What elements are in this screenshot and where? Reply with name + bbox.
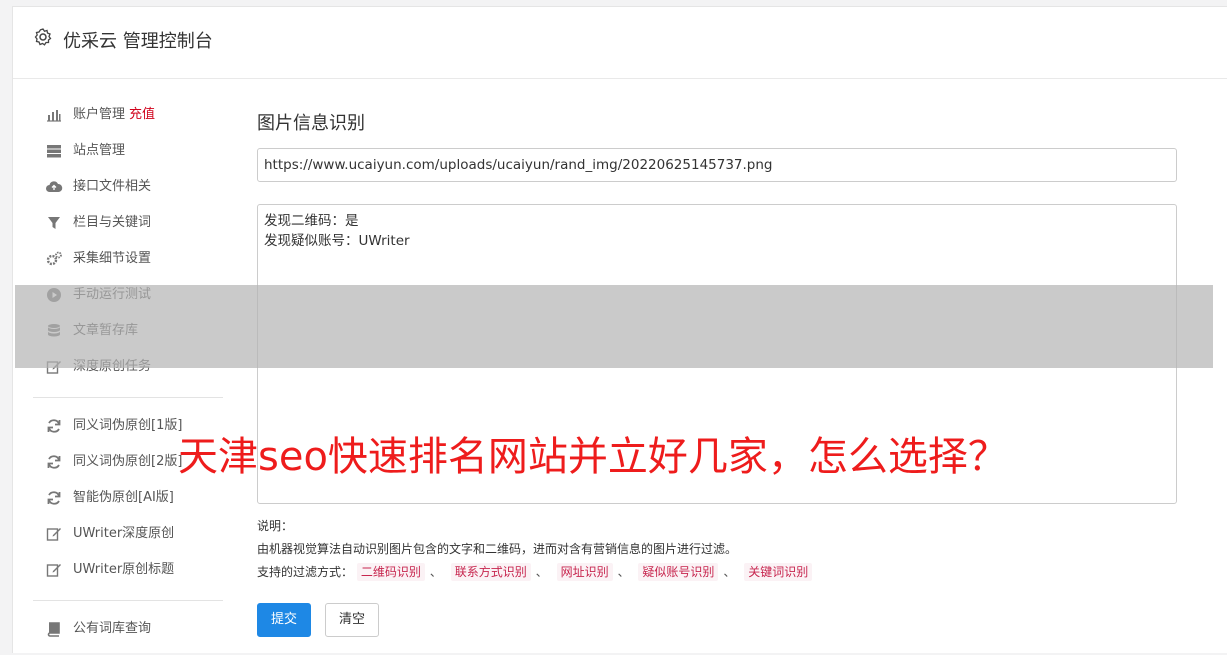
cogs-icon <box>45 250 63 268</box>
section-title: 图片信息识别 <box>257 113 365 134</box>
sidebar-item-label: 账户管理 <box>73 107 126 122</box>
main-content: 图片信息识别 发现二维码：是 发现疑似账号：UWriter 说明： 由机器视觉算… <box>257 109 1177 637</box>
sidebar-item-label: 智能伪原创[AI版] <box>73 490 174 505</box>
sidebar: 账户管理充值站点管理接口文件相关栏目与关键词采集细节设置手动运行测试文章暂存库深… <box>33 105 223 655</box>
page-title: 优采云 管理控制台 <box>63 31 213 52</box>
sidebar-item-label: UWriter原创标题 <box>73 562 175 577</box>
recharge-link[interactable]: 充值 <box>129 107 155 122</box>
image-url-input[interactable] <box>257 148 1177 182</box>
sidebar-item-label: 同义词伪原创[1版] <box>73 418 183 433</box>
description: 说明： 由机器视觉算法自动识别图片包含的文字和二维码，进而对含有营销信息的图片进… <box>257 515 813 584</box>
sidebar-item[interactable]: 账户管理 充值 <box>33 105 223 141</box>
sidebar-item-label: 公有词库查询 <box>73 621 152 636</box>
result-line: 发现疑似账号：UWriter <box>264 233 410 249</box>
result-line: 发现二维码：是 <box>264 213 359 229</box>
clear-button[interactable]: 清空 <box>325 603 379 637</box>
note-label: 说明： <box>257 519 294 533</box>
sidebar-divider <box>33 600 223 601</box>
filter-label: 支持的过滤方式： <box>257 565 354 579</box>
refresh-icon <box>45 417 63 435</box>
sidebar-item-label: 采集细节设置 <box>73 251 152 266</box>
sidebar-item[interactable]: 采集细节设置 <box>33 249 223 285</box>
filter-methods: 支持的过滤方式： 二维码识别、 联系方式识别、 网址识别、 疑似账号识别、 关键… <box>257 561 813 584</box>
filter-tag-keyword: 关键词识别 <box>744 563 813 581</box>
refresh-icon <box>45 453 63 471</box>
submit-button[interactable]: 提交 <box>257 603 311 637</box>
sidebar-item[interactable]: 智能伪原创[AI版] <box>33 488 223 524</box>
edit-icon <box>45 561 63 579</box>
bar-chart-icon <box>45 106 63 124</box>
refresh-icon <box>45 489 63 507</box>
sidebar-item-label: 同义词伪原创[2版] <box>73 454 183 469</box>
filter-tag-url: 网址识别 <box>556 563 613 581</box>
filter-tag-account: 疑似账号识别 <box>638 563 719 581</box>
sidebar-item[interactable]: 接口文件相关 <box>33 177 223 213</box>
sidebar-item[interactable]: UWriter深度原创 <box>33 524 223 560</box>
sidebar-item-label: 栏目与关键词 <box>73 215 152 230</box>
sidebar-item[interactable]: 栏目与关键词 <box>33 213 223 249</box>
sidebar-item[interactable]: 公有词库查询 <box>33 619 223 655</box>
overlay-banner <box>15 285 1213 368</box>
sidebar-divider <box>33 397 223 398</box>
server-icon <box>45 142 63 160</box>
cloud-upload-icon <box>45 178 63 196</box>
note-text: 由机器视觉算法自动识别图片包含的文字和二维码，进而对含有营销信息的图片进行过滤。 <box>257 542 738 556</box>
sidebar-item-label: UWriter深度原创 <box>73 526 175 541</box>
sidebar-item[interactable]: UWriter原创标题 <box>33 560 223 596</box>
sidebar-item-label: 站点管理 <box>73 143 126 158</box>
filter-tag-contact: 联系方式识别 <box>450 563 531 581</box>
edit-icon <box>45 525 63 543</box>
sidebar-item[interactable]: 站点管理 <box>33 141 223 177</box>
book-icon <box>45 620 63 638</box>
filter-tag-qrcode: 二维码识别 <box>356 563 425 581</box>
overlay-caption: 天津seo快速排名网站并立好几家，怎么选择？ <box>178 434 1008 480</box>
filter-icon <box>45 214 63 232</box>
gear-icon <box>34 28 52 46</box>
sidebar-item-label: 接口文件相关 <box>73 179 152 194</box>
header: 优采云 管理控制台 <box>13 7 1227 79</box>
